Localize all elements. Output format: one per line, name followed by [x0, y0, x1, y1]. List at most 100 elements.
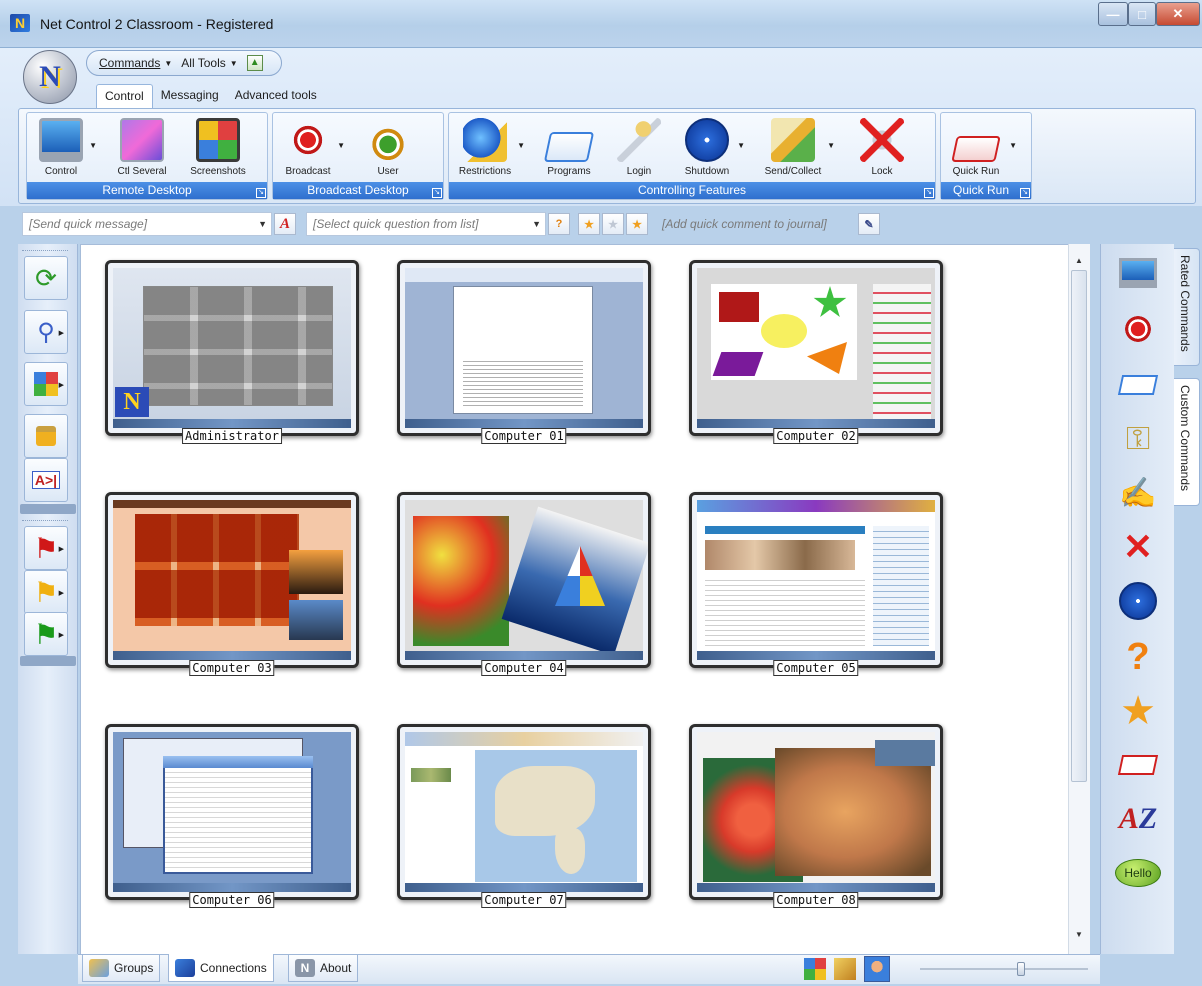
- tab-connections[interactable]: Connections: [168, 954, 274, 982]
- minimize-button[interactable]: —: [1098, 2, 1128, 26]
- computer-thumbnail[interactable]: N Administrator: [105, 260, 359, 444]
- tab-custom-commands[interactable]: Custom Commands: [1174, 378, 1200, 506]
- tab-advanced-tools[interactable]: Advanced tools: [227, 84, 325, 108]
- quick-run-icon[interactable]: [1112, 740, 1164, 790]
- star-remove-icon[interactable]: ★: [602, 213, 624, 235]
- lock-screen-button[interactable]: [24, 414, 68, 458]
- question-icon[interactable]: ?: [1112, 632, 1164, 682]
- shutdown-dropdown-icon[interactable]: ▼: [737, 141, 745, 150]
- red-flag-button[interactable]: ⚑ ▶: [24, 526, 68, 570]
- computer-thumbnail[interactable]: Computer 04: [397, 492, 651, 676]
- chevron-right-icon[interactable]: ▶: [59, 381, 64, 389]
- computer-name-label: Computer 05: [773, 660, 859, 676]
- zoom-slider-handle[interactable]: [1016, 962, 1025, 976]
- group-launcher-icon[interactable]: ↘: [256, 188, 266, 198]
- screenshots-button[interactable]: Screenshots: [188, 113, 248, 181]
- font-format-icon[interactable]: A: [274, 213, 296, 235]
- group-launcher-icon[interactable]: ↘: [1020, 188, 1030, 198]
- close-button[interactable]: ✕: [1156, 2, 1200, 26]
- computer-thumbnail[interactable]: Computer 03: [105, 492, 359, 676]
- star-rate-icon[interactable]: ★: [626, 213, 648, 235]
- tab-rated-commands[interactable]: Rated Commands: [1174, 248, 1200, 366]
- ctl-several-button[interactable]: Ctl Several: [116, 113, 168, 181]
- yellow-flag-button[interactable]: ⚑ ▶: [24, 570, 68, 614]
- chevron-right-icon[interactable]: ▶: [59, 329, 64, 337]
- restrictions-button[interactable]: Restrictions ▼: [454, 113, 525, 181]
- chevron-down-icon[interactable]: ▼: [532, 219, 541, 229]
- broadcast-button[interactable]: Broadcast ▼: [280, 113, 345, 181]
- programs-icon[interactable]: [1112, 360, 1164, 410]
- window-title: Net Control 2 Classroom - Registered: [40, 16, 274, 32]
- monitor-icon[interactable]: [1112, 248, 1164, 298]
- tab-messaging[interactable]: Messaging: [153, 84, 227, 108]
- group-label-quick-run: Quick Run: [941, 182, 1031, 199]
- thumbnail-view-icon[interactable]: [804, 958, 826, 980]
- pen-icon[interactable]: ✎: [858, 213, 880, 235]
- broadcast-dropdown-icon[interactable]: ▼: [337, 141, 345, 150]
- tab-groups[interactable]: Groups: [82, 954, 161, 982]
- user-broadcast-button[interactable]: User: [364, 113, 412, 181]
- send-collect-label: Send/Collect: [764, 166, 822, 177]
- chevron-right-icon[interactable]: ▶: [59, 631, 64, 639]
- taskbar: [113, 883, 351, 892]
- scroll-up-icon[interactable]: ▲: [1071, 256, 1087, 265]
- login-button[interactable]: Login: [614, 113, 664, 181]
- text-message-button[interactable]: A>|: [24, 458, 68, 502]
- quick-run-button[interactable]: Quick Run ▼: [944, 113, 1017, 181]
- star-icon[interactable]: ★: [1112, 686, 1164, 736]
- commands-dropdown-icon[interactable]: ▼: [164, 59, 172, 68]
- tab-control[interactable]: Control: [96, 84, 153, 108]
- control-button[interactable]: Control ▼: [34, 113, 97, 181]
- list-view-icon[interactable]: [834, 958, 856, 980]
- broadcast-icon[interactable]: [1112, 304, 1164, 354]
- shutdown-button[interactable]: Shutdown ▼: [678, 113, 745, 181]
- lock-icon[interactable]: ✕: [1112, 522, 1164, 572]
- keys-icon: [617, 118, 661, 162]
- all-tools-menu[interactable]: All Tools: [181, 56, 225, 70]
- question-icon[interactable]: ?: [548, 213, 570, 235]
- scroll-down-icon[interactable]: ▼: [1071, 930, 1087, 939]
- maximize-button[interactable]: □: [1128, 2, 1156, 26]
- lock-button[interactable]: Lock: [854, 113, 910, 181]
- computer-thumbnail[interactable]: Computer 06: [105, 724, 359, 908]
- computer-thumbnail[interactable]: Computer 01: [397, 260, 651, 444]
- quick-question-select[interactable]: [Select quick question from list] ▼: [306, 212, 546, 236]
- quick-message-input[interactable]: [Send quick message] ▼: [22, 212, 272, 236]
- search-button[interactable]: ⚲ ▶: [24, 310, 68, 354]
- all-tools-dropdown-icon[interactable]: ▼: [230, 59, 238, 68]
- commands-menu[interactable]: Commands: [99, 56, 160, 70]
- send-collect-button[interactable]: Send/Collect ▼: [760, 113, 835, 181]
- computer-thumbnail[interactable]: Computer 07: [397, 724, 651, 908]
- computer-thumbnail[interactable]: Computer 05: [689, 492, 943, 676]
- tab-about[interactable]: N About: [288, 954, 359, 982]
- computer-thumbnail[interactable]: Computer 08: [689, 724, 943, 908]
- user-view-icon[interactable]: [864, 956, 890, 982]
- green-flag-button[interactable]: ⚑ ▶: [24, 612, 68, 656]
- screen-frame: [105, 724, 359, 900]
- scrollbar-thumb[interactable]: [1071, 270, 1087, 782]
- chevron-right-icon[interactable]: ▶: [59, 545, 64, 553]
- refresh-button[interactable]: ⟳: [24, 256, 68, 300]
- journal-icon[interactable]: ✍: [1112, 468, 1164, 518]
- shutdown-icon[interactable]: [1112, 576, 1164, 626]
- group-launcher-icon[interactable]: ↘: [432, 188, 442, 198]
- quick-run-dropdown-icon[interactable]: ▼: [1009, 141, 1017, 150]
- control-dropdown-icon[interactable]: ▼: [89, 141, 97, 150]
- group-launcher-icon[interactable]: ↘: [924, 188, 934, 198]
- chevron-right-icon[interactable]: ▶: [59, 589, 64, 597]
- programs-button[interactable]: Programs: [540, 113, 598, 181]
- restrictions-dropdown-icon[interactable]: ▼: [517, 141, 525, 150]
- az-icon[interactable]: AZ: [1112, 794, 1164, 844]
- view-mode-button[interactable]: ▶: [24, 362, 68, 406]
- journal-comment-input[interactable]: [Add quick comment to journal]: [656, 212, 856, 236]
- computer-thumbnail[interactable]: Computer 02: [689, 260, 943, 444]
- zoom-slider[interactable]: [920, 962, 1088, 976]
- star-rating-icon[interactable]: ★: [578, 213, 600, 235]
- chevron-down-icon[interactable]: ▼: [258, 219, 267, 229]
- keys-icon[interactable]: ⚿: [1112, 414, 1164, 464]
- home-icon[interactable]: ▲: [246, 55, 263, 71]
- hello-icon[interactable]: Hello: [1112, 848, 1164, 898]
- broadcast-label: Broadcast: [285, 166, 331, 177]
- application-orb-button[interactable]: N: [23, 50, 77, 104]
- send-collect-dropdown-icon[interactable]: ▼: [827, 141, 835, 150]
